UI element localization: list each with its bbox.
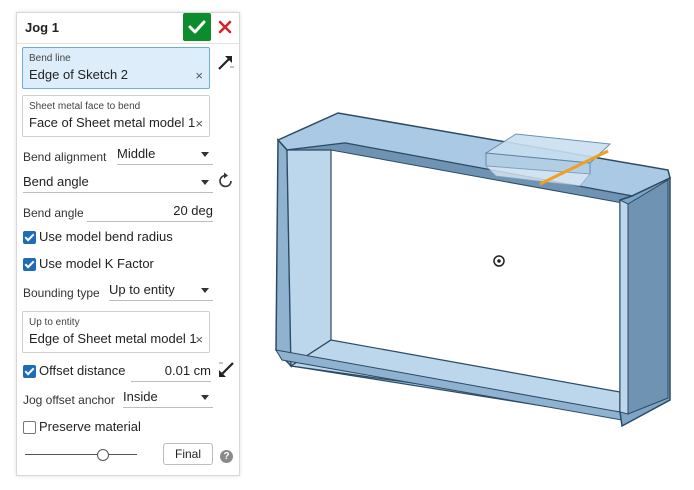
bend-line-label: Bend line	[29, 53, 71, 64]
bend-mode-value: Bend angle	[23, 174, 89, 189]
bend-angle-input[interactable]: 20 deg	[87, 203, 213, 222]
header-divider	[17, 43, 239, 44]
offset-distance-label: Offset distance	[39, 363, 126, 378]
bounding-type-label: Bounding type	[23, 286, 100, 300]
bounding-type-dropdown[interactable]: Up to entity	[109, 282, 213, 301]
use-model-k-factor-checkbox[interactable]	[23, 258, 36, 271]
accept-button[interactable]	[183, 13, 211, 41]
face-to-bend-clear-button[interactable]: ×	[195, 117, 203, 130]
final-button[interactable]: Final	[163, 443, 213, 465]
sheet-metal-frame	[275, 112, 671, 428]
up-to-entity-clear-button[interactable]: ×	[195, 333, 203, 346]
up-to-entity-label: Up to entity	[29, 317, 80, 328]
rollback-slider-thumb[interactable]	[97, 449, 109, 461]
preserve-material-checkbox[interactable]	[23, 421, 36, 434]
bend-mode-dropdown[interactable]: Bend angle	[23, 174, 213, 193]
offset-distance-checkbox[interactable]	[23, 365, 36, 378]
3d-viewport[interactable]	[260, 100, 680, 440]
bend-line-field[interactable]: Bend line Edge of Sketch 2 ×	[22, 47, 210, 89]
up-to-entity-value: Edge of Sheet metal model 1	[29, 331, 197, 346]
chevron-down-icon	[201, 395, 209, 400]
face-to-bend-label: Sheet metal face to bend	[29, 101, 141, 112]
bend-line-value: Edge of Sketch 2	[29, 67, 129, 82]
offset-distance-value: 0.01 cm	[164, 363, 211, 378]
jog-feature-dialog: Jog 1 Bend line Edge of Sketch 2 × Sheet…	[16, 12, 240, 476]
bend-alignment-value: Middle	[117, 146, 156, 161]
bend-angle-value: 20 deg	[173, 203, 213, 218]
use-model-bend-radius-label: Use model bend radius	[39, 229, 173, 244]
dialog-title: Jog 1	[25, 20, 59, 35]
origin-marker-icon	[493, 255, 505, 267]
bend-line-clear-button[interactable]: ×	[195, 69, 203, 82]
offset-distance-input[interactable]: 0.01 cm	[131, 363, 211, 382]
preserve-material-label: Preserve material	[39, 419, 141, 434]
jog-offset-anchor-label: Jog offset anchor	[23, 393, 115, 407]
opposite-direction-icon[interactable]	[215, 359, 237, 381]
close-icon	[218, 20, 232, 34]
check-icon	[188, 20, 206, 34]
use-model-bend-radius-checkbox[interactable]	[23, 231, 36, 244]
jog-offset-anchor-value: Inside	[123, 389, 158, 404]
flip-arrow-icon[interactable]	[215, 51, 237, 73]
face-to-bend-field[interactable]: Sheet metal face to bend Face of Sheet m…	[22, 95, 210, 137]
bounding-type-value: Up to entity	[109, 282, 175, 297]
cancel-button[interactable]	[215, 17, 235, 37]
rotate-icon[interactable]	[216, 171, 236, 191]
dialog-header: Jog 1	[17, 13, 239, 43]
rollback-slider-track[interactable]	[25, 454, 137, 455]
chevron-down-icon	[201, 288, 209, 293]
chevron-down-icon	[201, 180, 209, 185]
use-model-k-factor-label: Use model K Factor	[39, 256, 154, 271]
help-icon[interactable]: ?	[220, 450, 233, 463]
face-to-bend-value: Face of Sheet metal model 1	[29, 115, 196, 130]
chevron-down-icon	[201, 152, 209, 157]
bend-angle-label: Bend angle	[23, 206, 84, 220]
bend-alignment-label: Bend alignment	[23, 150, 107, 164]
bend-alignment-dropdown[interactable]: Middle	[117, 146, 213, 165]
up-to-entity-field[interactable]: Up to entity Edge of Sheet metal model 1…	[22, 311, 210, 353]
jog-offset-anchor-dropdown[interactable]: Inside	[123, 389, 213, 408]
